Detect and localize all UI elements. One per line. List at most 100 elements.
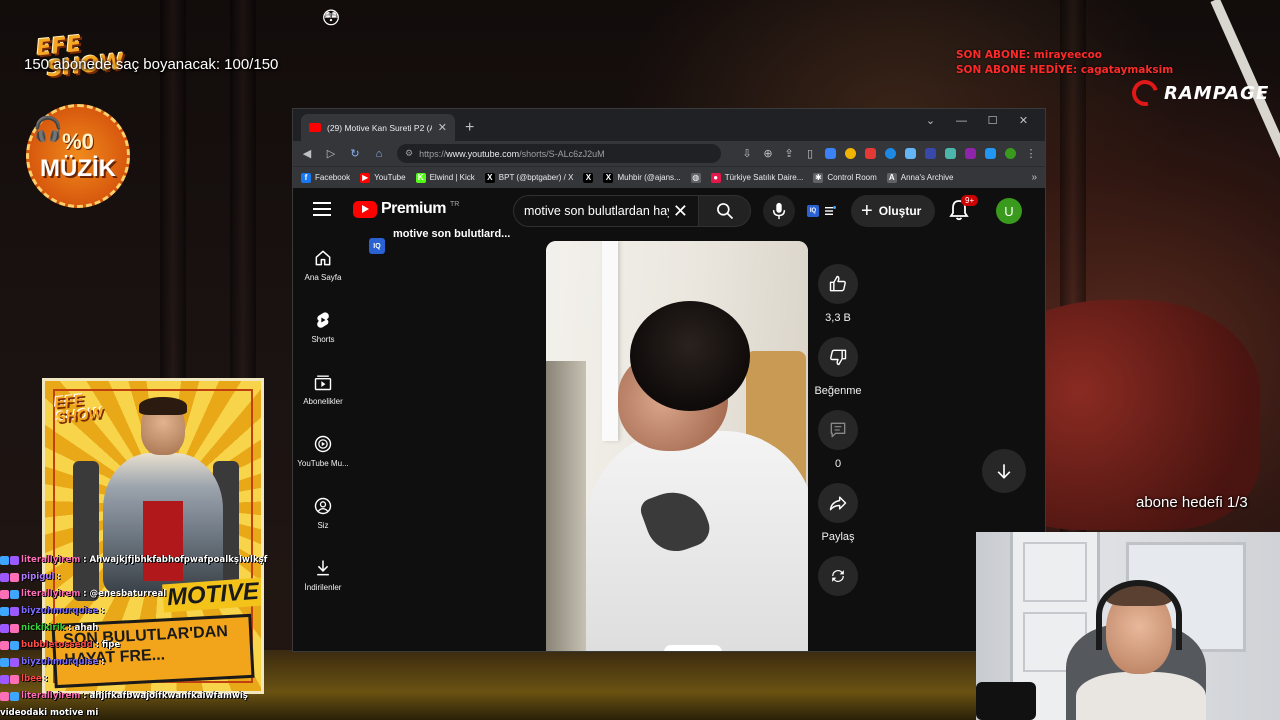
chat-username[interactable]: nickikirik: [21, 620, 65, 637]
chat-username[interactable]: literallyirem: [21, 586, 80, 603]
sidebar-item-downloads[interactable]: İndirilenler: [293, 544, 353, 606]
bookmark-item[interactable]: X Muhbir (@ajans...: [603, 172, 681, 183]
menu-icon[interactable]: ⋮: [1025, 147, 1037, 160]
chat-badge-icon: [0, 692, 19, 701]
close-window-button[interactable]: ✕: [1008, 111, 1039, 131]
notifications-button[interactable]: 9+: [949, 195, 979, 223]
reload-icon[interactable]: ↻: [349, 147, 361, 160]
minimize-button[interactable]: —: [946, 111, 977, 131]
remix-button[interactable]: [818, 556, 858, 596]
iq-extension-icon[interactable]: IQ: [369, 238, 385, 254]
chat-username[interactable]: lbee: [21, 671, 42, 688]
chat-badge-icon: [10, 556, 19, 565]
chat-message: literallyirem : @enesbaturreal: [0, 586, 270, 603]
sidepanel-icon[interactable]: [985, 148, 996, 159]
chat-badge-icon: [0, 675, 9, 684]
site-info-icon[interactable]: ⚙: [405, 148, 413, 159]
profile-icon[interactable]: [1005, 148, 1016, 159]
chat-badge-icon: [0, 607, 9, 616]
youtube-music-icon: [314, 435, 332, 453]
search-input[interactable]: motive son bulutlardan hayat ✕: [513, 195, 699, 227]
chat-username[interactable]: pipigul: [21, 569, 54, 586]
search-button[interactable]: [699, 195, 751, 227]
install-icon[interactable]: ⇩: [741, 147, 753, 160]
chat-username[interactable]: biyzuhmurquise: [21, 654, 98, 671]
extension-icon[interactable]: [845, 148, 856, 159]
sponsor-name: RAMPAGE: [1164, 82, 1270, 104]
clear-search-icon[interactable]: ✕: [673, 201, 688, 222]
bookmark-star-icon[interactable]: ▯: [804, 147, 816, 160]
home-nav-icon[interactable]: ⌂: [373, 148, 385, 160]
bookmark-item[interactable]: f Facebook: [301, 172, 350, 183]
chat-username[interactable]: biyzuhmurquise: [21, 603, 98, 620]
sidebar-item-label: İndirilenler: [304, 583, 342, 592]
account-avatar[interactable]: U: [996, 198, 1022, 224]
browser-tab[interactable]: (29) Motive Kan Sureti P2 (A ✕: [301, 114, 455, 141]
short-actions: 3,3 B Beğenme 0 Paylaş: [811, 264, 865, 608]
guide-menu-icon[interactable]: [313, 202, 331, 216]
bookmark-favicon-icon: ●: [710, 172, 721, 183]
back-icon[interactable]: ◀: [301, 147, 313, 160]
chat-message: bubbletossedd : fipe: [0, 637, 270, 654]
chat-text: :: [57, 572, 61, 582]
dislike-action: Beğenme: [811, 337, 865, 398]
tab-search-icon[interactable]: ⌄: [915, 111, 946, 131]
chat-badge-icon: [10, 573, 19, 582]
extension-icon[interactable]: [965, 148, 976, 159]
extension-buttons: IQ: [807, 205, 836, 217]
url-path: /shorts/S-ALc6zJ2uM: [519, 148, 605, 159]
create-button[interactable]: + Oluştur: [851, 195, 936, 227]
chat-badge-icon: [10, 607, 19, 616]
chat-username[interactable]: literallyirem: [21, 688, 80, 705]
extension-icon[interactable]: [865, 148, 876, 159]
share-button[interactable]: [818, 483, 858, 523]
bookmark-item[interactable]: ▶ YouTube: [360, 172, 406, 183]
chat-badge-icon: [10, 658, 19, 667]
dislike-button[interactable]: [818, 337, 858, 377]
chat-username[interactable]: bubbletossedd: [21, 637, 93, 654]
chat-message: biyzuhmurquise :: [0, 603, 270, 620]
voice-search-button[interactable]: [763, 195, 795, 227]
more-bookmarks-icon[interactable]: »: [1031, 172, 1037, 183]
bookmark-item[interactable]: ● Türkiye Satılık Daire...: [710, 172, 803, 183]
forward-icon[interactable]: ▷: [325, 147, 337, 160]
extension-icon[interactable]: [945, 148, 956, 159]
chat-text: : @enesbaturreal: [83, 589, 167, 599]
sidebar-item-youtube-music[interactable]: YouTube Mu...: [293, 420, 353, 482]
iq-extension-icon[interactable]: IQ: [807, 205, 819, 217]
extension-icon[interactable]: [925, 148, 936, 159]
video-progress-pill[interactable]: [664, 645, 722, 651]
avatar-letter: U: [1004, 203, 1014, 219]
bookmark-item[interactable]: ◍: [690, 172, 701, 183]
close-tab-icon[interactable]: ✕: [438, 121, 447, 134]
sidebar-item-home[interactable]: Ana Sayfa: [293, 234, 353, 296]
extension-icon[interactable]: [825, 148, 836, 159]
bookmark-item[interactable]: X BPT (@bptgaber) / X: [484, 172, 573, 183]
sidebar-item-shorts[interactable]: Shorts: [293, 296, 353, 358]
bookmark-item[interactable]: A Anna's Archive: [886, 172, 953, 183]
sidebar-item-subscriptions[interactable]: Abonelikler: [293, 358, 353, 420]
chat-username[interactable]: literallyirem: [21, 552, 80, 569]
like-button[interactable]: [818, 264, 858, 304]
sidebar-item-you[interactable]: Siz: [293, 482, 353, 544]
comment-icon: [830, 422, 846, 438]
share-icon[interactable]: ⇪: [783, 147, 795, 160]
subscriber-info: SON ABONE: mirayeecoo SON ABONE HEDİYE: …: [956, 48, 1173, 78]
maximize-button[interactable]: ☐: [977, 111, 1008, 131]
short-video-player[interactable]: [546, 241, 808, 651]
queue-icon[interactable]: [824, 205, 836, 217]
extension-icon[interactable]: [905, 148, 916, 159]
region-code: TR: [449, 200, 460, 208]
next-short-button[interactable]: [982, 449, 1026, 493]
comment-button[interactable]: [818, 410, 858, 450]
bookmark-item[interactable]: K Elwind | Kick: [415, 172, 475, 183]
zoom-icon[interactable]: ⊕: [762, 147, 774, 160]
extension-icon[interactable]: [885, 148, 896, 159]
bookmark-item[interactable]: X: [583, 172, 594, 183]
url-field[interactable]: ⚙ https://www.youtube.com/shorts/S-ALc6z…: [397, 144, 721, 163]
new-tab-button[interactable]: +: [465, 114, 474, 141]
youtube-premium-logo[interactable]: Premium TR: [353, 200, 459, 218]
bookmark-favicon-icon: f: [301, 172, 311, 183]
bookmark-item[interactable]: ✱ Control Room: [813, 172, 877, 183]
sponsor-logo: RAMPAGE: [1127, 75, 1270, 111]
